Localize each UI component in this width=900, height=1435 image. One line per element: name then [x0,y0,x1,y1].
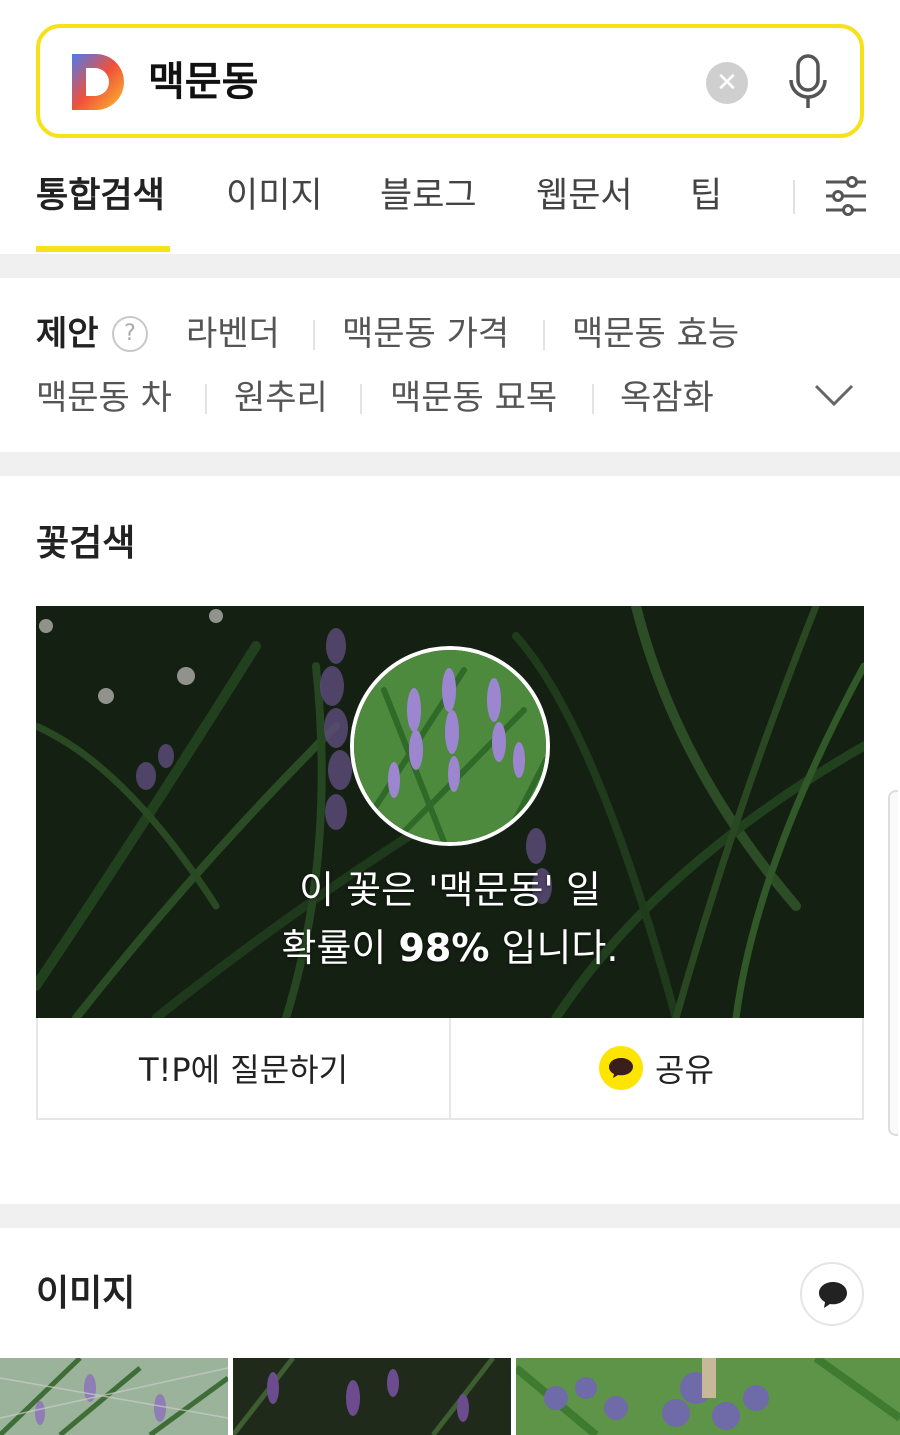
suggestion-item[interactable]: 맥문동 묘목 [390,376,557,420]
tab-divider [793,180,795,214]
flower-search-card: 꽃검색 이 꽃은 '맥문동' 일 확률이 98% 입니다. T!P에 질문하기 … [0,476,900,1204]
flower-card-actions: T!P에 질문하기 공유 [36,1018,864,1120]
flower-thumbnail-circle [350,646,550,846]
scrollbar[interactable] [888,790,898,1136]
tab-web-docs[interactable]: 웹문서 [536,172,633,220]
section-title: 꽃검색 [36,523,136,564]
suggestions-label: 제안 [36,314,99,354]
suggestion-item[interactable]: 맥문동 가격 [342,312,509,356]
result-percent: 98% [398,926,490,970]
tab-integrated[interactable]: 통합검색 [36,172,165,220]
help-icon[interactable]: ? [112,316,148,352]
section-title: 이미지 [36,1273,136,1314]
image-thumbnail[interactable] [233,1358,511,1435]
daum-logo [72,54,124,110]
tab-images[interactable]: 이미지 [226,172,323,220]
suggestion-item[interactable]: 맥문동 차 [36,376,172,420]
images-section: 이미지 [0,1228,900,1435]
section-gap [0,452,900,476]
divider [592,384,594,414]
search-tabs: 통합검색 이미지 블로그 웹문서 팁 [0,158,900,254]
share-button[interactable]: 공유 [449,1018,862,1118]
result-suffix: 입니다. [489,926,619,970]
close-circle-icon[interactable]: ✕ [706,62,748,104]
tab-tip[interactable]: 팁 [690,172,722,220]
suggestion-item[interactable]: 원추리 [234,376,328,420]
suggestions-panel: 제안 ? 라벤더 맥문동 가격 맥문동 효능 맥문동 차 원추리 맥문동 묘목 … [0,278,900,452]
divider [205,384,207,414]
share-label: 공유 [655,1051,714,1089]
result-line-2: 확률이 98% 입니다. [36,922,864,974]
search-bar[interactable]: 맥문동 ✕ [36,24,864,138]
chevron-down-icon[interactable] [812,382,856,408]
result-line-1: 이 꽃은 '맥문동' 일 [299,868,601,912]
suggestion-item[interactable]: 옥잠화 [620,376,714,420]
result-prefix: 확률이 [281,926,399,970]
ask-tip-button[interactable]: T!P에 질문하기 [38,1018,449,1118]
divider [313,320,315,350]
section-gap [0,254,900,278]
suggestion-item[interactable]: 라벤더 [186,312,280,356]
tab-fade [720,158,780,248]
speech-bubble-icon[interactable] [800,1262,864,1326]
microphone-icon[interactable] [786,52,830,112]
image-thumbnail[interactable] [516,1358,900,1435]
active-tab-indicator [36,246,170,252]
image-thumbnail[interactable] [0,1358,228,1435]
search-query-text[interactable]: 맥문동 [148,56,258,108]
filter-settings-icon[interactable] [824,172,868,220]
kakaotalk-icon [599,1046,644,1090]
divider [360,384,362,414]
section-gap [0,1204,900,1228]
suggestion-item[interactable]: 맥문동 효능 [572,312,739,356]
tab-blog[interactable]: 블로그 [380,172,477,220]
flower-photo: 이 꽃은 '맥문동' 일 확률이 98% 입니다. [36,606,864,1018]
divider [543,320,545,350]
